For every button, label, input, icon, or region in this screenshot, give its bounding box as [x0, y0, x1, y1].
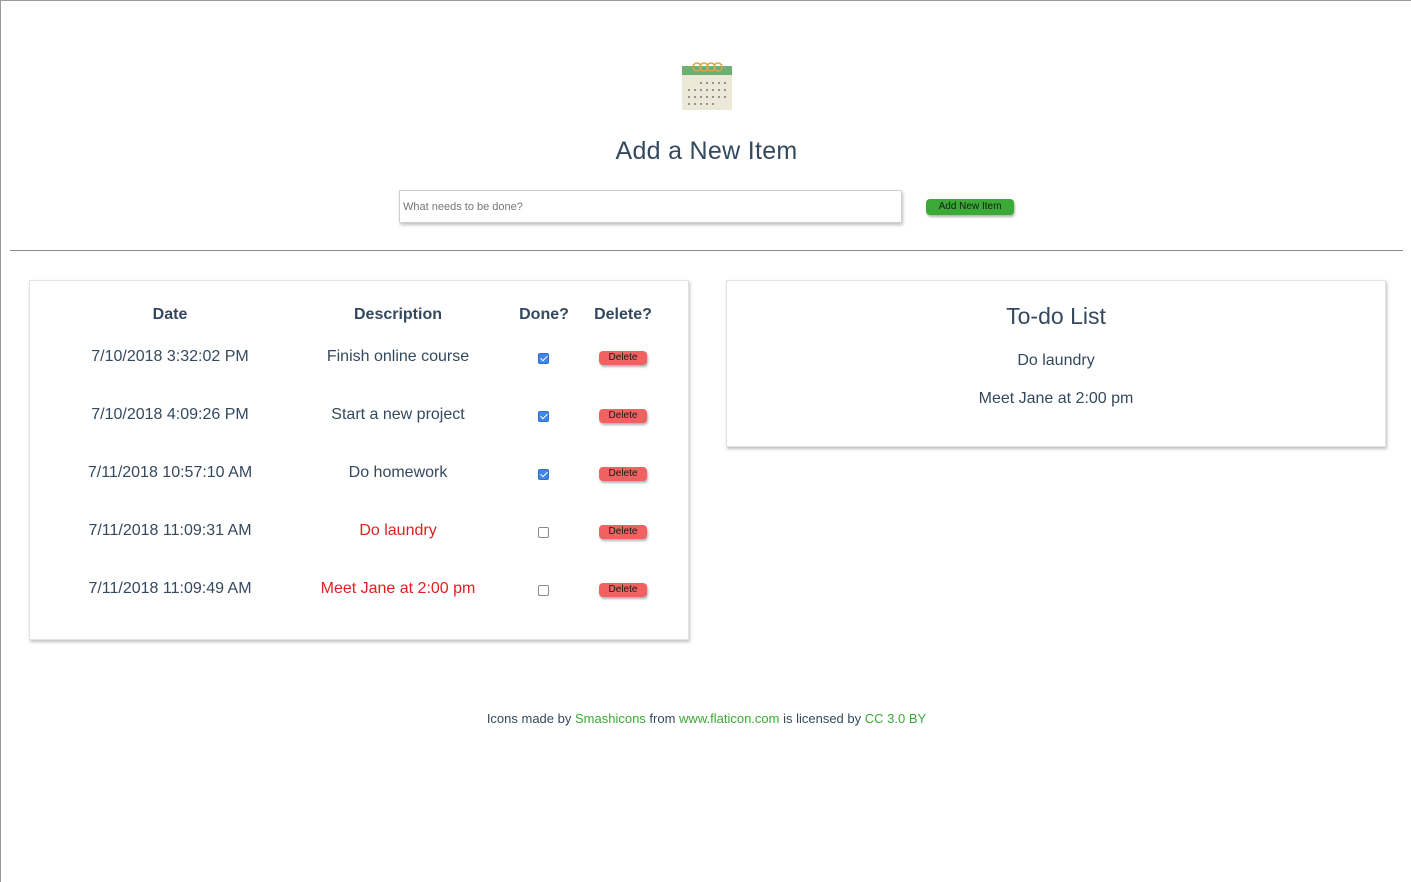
- items-table-panel: Date Description Done? Delete? 7/10/2018…: [29, 280, 689, 640]
- footer-text: is licensed by: [783, 711, 862, 726]
- delete-button[interactable]: Delete: [599, 525, 647, 539]
- done-checkbox[interactable]: [538, 585, 549, 596]
- page-title: Add a New Item: [615, 137, 798, 165]
- row-date: 7/10/2018 3:32:02 PM: [91, 348, 249, 365]
- section-divider: [10, 250, 1403, 251]
- smashicons-link[interactable]: Smashicons: [575, 711, 646, 726]
- column-header-description: Description: [353, 306, 442, 323]
- column-header-date: Date: [152, 306, 188, 323]
- row-description: Finish online course: [326, 348, 470, 365]
- license-link[interactable]: CC 3.0 BY: [865, 711, 926, 726]
- footer-text: from: [649, 711, 676, 726]
- footer-credits: Icons made by Smashicons from www.flatic…: [1, 711, 1411, 726]
- calendar-icon: [682, 62, 732, 110]
- row-description: Do homework: [348, 464, 448, 481]
- row-description: Do laundry: [359, 522, 437, 539]
- delete-button[interactable]: Delete: [599, 467, 647, 481]
- row-date: 7/11/2018 11:09:49 AM: [88, 580, 252, 597]
- column-header-done: Done?: [519, 306, 569, 323]
- new-item-input[interactable]: [399, 190, 902, 223]
- todo-list-title: To-do List: [1006, 303, 1106, 329]
- row-date: 7/10/2018 4:09:26 PM: [91, 406, 249, 423]
- column-header-delete: Delete?: [594, 306, 652, 323]
- todo-list-panel: To-do List Do laundry Meet Jane at 2:00 …: [726, 280, 1386, 447]
- done-checkbox[interactable]: [538, 353, 549, 364]
- row-date: 7/11/2018 10:57:10 AM: [87, 464, 253, 481]
- row-date: 7/11/2018 11:09:31 AM: [88, 522, 252, 539]
- done-checkbox[interactable]: [538, 527, 549, 538]
- row-description: Start a new project: [331, 406, 465, 423]
- delete-button[interactable]: Delete: [599, 583, 647, 597]
- footer-text: Icons made by: [486, 711, 572, 726]
- flaticon-link[interactable]: www.flaticon.com: [679, 711, 779, 726]
- row-description: Meet Jane at 2:00 pm: [320, 580, 476, 597]
- done-checkbox[interactable]: [538, 469, 549, 480]
- todo-item: Do laundry: [1017, 352, 1095, 369]
- todo-item: Meet Jane at 2:00 pm: [978, 390, 1134, 407]
- done-checkbox[interactable]: [538, 411, 549, 422]
- add-new-item-button[interactable]: Add New Item: [926, 199, 1014, 215]
- delete-button[interactable]: Delete: [599, 351, 647, 365]
- delete-button[interactable]: Delete: [599, 409, 647, 423]
